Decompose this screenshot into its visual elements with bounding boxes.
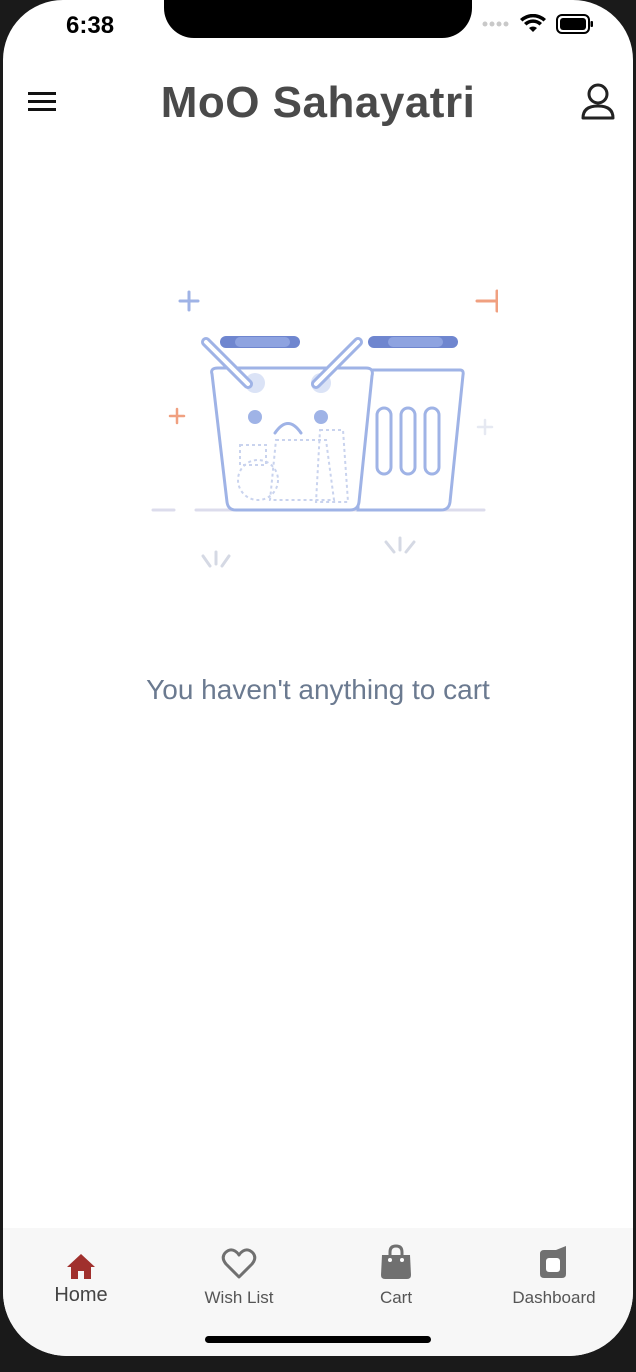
right-basket bbox=[356, 336, 465, 512]
nav-label-cart: Cart bbox=[379, 1288, 413, 1307]
sparkle-icon bbox=[178, 290, 200, 312]
nav-label-dashboard: Dashboard bbox=[512, 1288, 596, 1307]
dashboard-icon bbox=[540, 1246, 566, 1278]
screen-corner bbox=[3, 0, 123, 120]
wifi-icon bbox=[520, 14, 546, 32]
empty-cart-illustration bbox=[151, 289, 498, 568]
battery-icon bbox=[556, 14, 593, 34]
nav-item-wish-list[interactable]: Wish List bbox=[174, 1246, 304, 1308]
shopping-bag-icon bbox=[381, 1244, 411, 1279]
device-notch bbox=[164, 0, 472, 38]
status-time: 6:38 bbox=[66, 12, 115, 39]
home-indicator bbox=[205, 1336, 431, 1343]
nav-label-wish-list: Wish List bbox=[204, 1288, 274, 1307]
status-icons bbox=[482, 14, 594, 34]
nav-item-dashboard[interactable]: Dashboard bbox=[489, 1246, 619, 1308]
nav-item-home[interactable]: Home bbox=[16, 1246, 146, 1307]
nav-label-home: Home bbox=[54, 1284, 108, 1306]
heart-icon bbox=[221, 1248, 257, 1279]
nav-item-cart[interactable]: Cart bbox=[331, 1244, 461, 1308]
empty-cart-message: You haven't anything to cart bbox=[146, 674, 490, 705]
user-profile-icon bbox=[581, 83, 615, 120]
sparkle-icon bbox=[476, 418, 494, 436]
app-title: MoO Sahayatri bbox=[160, 78, 476, 127]
left-basket bbox=[201, 336, 374, 512]
shine-marks bbox=[201, 536, 416, 568]
sparkle-icon bbox=[168, 407, 186, 425]
profile-button[interactable] bbox=[580, 82, 616, 122]
app-header: MoO Sahayatri bbox=[0, 70, 636, 140]
home-icon bbox=[67, 1254, 95, 1279]
cellular-signal-icon bbox=[482, 21, 509, 27]
sparkle-icon bbox=[475, 289, 498, 313]
device-frame: 6:38 MoO Sahayatri You haven't anything … bbox=[0, 0, 636, 1372]
